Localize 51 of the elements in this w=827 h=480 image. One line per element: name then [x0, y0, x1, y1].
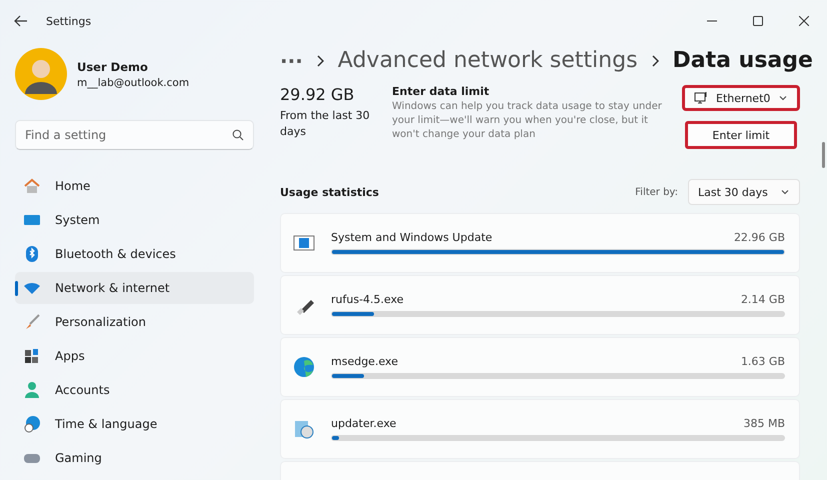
- description: Windows can help you track data usage to stay under your limit—we'll warn you when you're close, but it won't change your data plan: [392, 100, 662, 142]
- section-title: Usage statistics: [280, 186, 379, 198]
- apps-icon: [23, 347, 41, 365]
- section-title: Enter data limit: [392, 85, 490, 98]
- chevron-right-icon: [652, 54, 659, 66]
- selection-indicator: [15, 281, 18, 296]
- person-icon: [23, 381, 41, 399]
- maximize-icon: [753, 16, 763, 26]
- sidebar-item[interactable]: Personalization: [15, 306, 254, 338]
- scrollbar[interactable]: [822, 142, 825, 168]
- app-usage-amount: 22.96 GB: [734, 231, 785, 244]
- sidebar-item[interactable]: Network & internet: [15, 272, 254, 304]
- app-usage-amount: 2.14 GB: [740, 293, 785, 306]
- app-name: System and Windows Update: [331, 231, 492, 244]
- chevron-down-icon: [780, 187, 790, 197]
- close-icon: [799, 16, 809, 26]
- sidebar-item[interactable]: System: [15, 204, 254, 236]
- sidebar-item[interactable]: Bluetooth & devices: [15, 238, 254, 270]
- more-button[interactable]: ···: [280, 48, 303, 72]
- house-icon: [23, 177, 41, 195]
- enter-limit-button[interactable]: Enter limit: [685, 121, 797, 149]
- total-usage: 29.92 GB: [280, 85, 356, 104]
- brush-icon: [23, 313, 41, 331]
- chevron-right-icon: [316, 54, 324, 66]
- app-usage-amount: 1.63 GB: [740, 355, 785, 368]
- sidebar-item[interactable]: Apps: [15, 340, 254, 372]
- sidebar-item[interactable]: Home: [15, 170, 254, 202]
- chevron-down-icon: [778, 93, 788, 103]
- page-title: Data usage: [672, 48, 813, 73]
- search-icon: [232, 129, 244, 141]
- window-title: Settings: [46, 14, 92, 28]
- filter-dropdown[interactable]: Last 30 days: [688, 179, 800, 205]
- sidebar-item[interactable]: Gaming: [15, 442, 254, 474]
- breadcrumb-link[interactable]: Advanced network settings: [338, 48, 638, 73]
- user-name: User Demo: [77, 60, 149, 74]
- sidebar-item[interactable]: Accounts: [15, 374, 254, 406]
- app-name: rufus-4.5.exe: [331, 293, 404, 306]
- usage-period: From the last 30 days: [280, 108, 371, 140]
- bluetooth-icon: [23, 245, 41, 263]
- avatar: [15, 48, 67, 100]
- back-arrow-icon[interactable]: [14, 14, 28, 28]
- sidebar-item[interactable]: Time & language: [15, 408, 254, 440]
- adapter-dropdown[interactable]: Ethernet0: [682, 85, 800, 111]
- computer-icon: [694, 91, 708, 105]
- filter-label: Filter by:: [635, 186, 678, 198]
- search-field[interactable]: Find a setting: [15, 120, 254, 150]
- app-name: msedge.exe: [331, 355, 398, 368]
- app-usage-amount: 385 MB: [743, 417, 785, 430]
- app-name: updater.exe: [331, 417, 396, 430]
- user-email: m__lab@outlook.com: [77, 76, 190, 88]
- minimize-icon: [707, 20, 717, 22]
